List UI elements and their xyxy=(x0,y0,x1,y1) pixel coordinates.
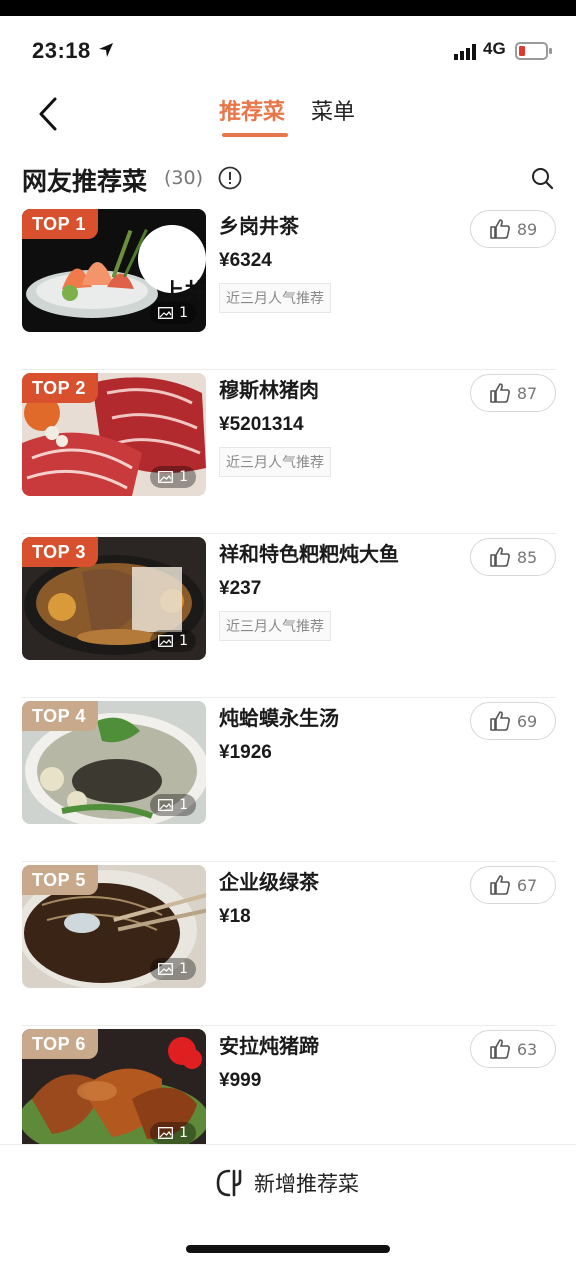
dish-price: ¥237 xyxy=(219,578,262,599)
like-count: 87 xyxy=(516,383,538,403)
photo-count-value: 1 xyxy=(179,961,188,977)
list-item[interactable]: TOP 3 1 祥和特色粑粑炖大鱼 ¥237 近三月人气推荐 85 xyxy=(0,534,576,698)
rank-badge: TOP 3 xyxy=(22,537,98,567)
dish-name: 祥和特色粑粑炖大鱼 xyxy=(219,542,399,566)
image-icon xyxy=(158,307,174,319)
dish-photo[interactable]: TOP 3 1 xyxy=(22,537,206,660)
photo-count-value: 1 xyxy=(179,305,188,321)
section-header: 网友推荐菜 (30) xyxy=(0,150,576,206)
image-icon xyxy=(158,471,174,483)
dish-price: ¥999 xyxy=(219,1070,262,1091)
bottom-action-bar: 新增推荐菜 xyxy=(0,1144,576,1281)
dish-photo[interactable]: TOP 6 1 xyxy=(22,1029,206,1152)
dish-name: 安拉炖猪蹄 xyxy=(219,1034,319,1058)
photo-count: 1 xyxy=(150,794,196,816)
like-button[interactable]: 89 xyxy=(470,210,556,248)
dish-price: ¥6324 xyxy=(219,250,272,271)
tab-menu[interactable]: 菜单 xyxy=(311,94,355,126)
image-icon xyxy=(158,799,174,811)
add-recommendation-button[interactable]: 新增推荐菜 xyxy=(214,1163,359,1203)
popularity-tag: 近三月人气推荐 xyxy=(219,283,331,313)
dish-price: ¥5201314 xyxy=(219,414,304,435)
image-icon xyxy=(158,1127,174,1139)
thumbs-up-icon xyxy=(490,1039,510,1059)
back-button[interactable] xyxy=(28,92,68,136)
rank-badge: TOP 1 xyxy=(22,209,98,239)
like-count: 69 xyxy=(516,711,538,731)
battery-icon xyxy=(515,42,552,60)
dish-price: ¥1926 xyxy=(219,742,272,763)
photo-count-value: 1 xyxy=(179,797,188,813)
rank-badge: TOP 2 xyxy=(22,373,98,403)
like-button[interactable]: 69 xyxy=(470,702,556,740)
like-button[interactable]: 67 xyxy=(470,866,556,904)
popularity-tag: 近三月人气推荐 xyxy=(219,447,331,477)
like-count: 85 xyxy=(516,547,538,567)
popularity-tag: 近三月人气推荐 xyxy=(219,611,331,641)
photo-count: 1 xyxy=(150,302,196,324)
photo-count: 1 xyxy=(150,466,196,488)
rank-badge: TOP 4 xyxy=(22,701,98,731)
home-indicator[interactable] xyxy=(186,1245,390,1253)
dish-photo[interactable]: TOP 4 1 xyxy=(22,701,206,824)
location-arrow-icon xyxy=(99,43,113,57)
like-count: 63 xyxy=(516,1039,538,1059)
photo-count-value: 1 xyxy=(179,633,188,649)
list-item[interactable]: TOP 5 1 企业级绿茶 ¥18 67 xyxy=(0,862,576,1026)
dish-name: 炖蛤蟆永生汤 xyxy=(219,706,339,730)
status-time: 23:18 xyxy=(32,38,91,63)
dish-name: 穆斯林猪肉 xyxy=(219,378,319,402)
dish-name: 乡岗井茶 xyxy=(219,214,299,238)
photo-count: 1 xyxy=(150,630,196,652)
like-count: 67 xyxy=(516,875,538,895)
thumbs-up-icon xyxy=(490,219,510,239)
thumbs-up-icon xyxy=(490,547,510,567)
rank-badge: TOP 6 xyxy=(22,1029,98,1059)
dish-list: 上井 TOP 1 1 乡岗井茶 ¥6324 近三月人气推荐 89 TOP 2 1… xyxy=(0,206,576,1190)
status-bar: 23:18 4G xyxy=(0,16,576,86)
section-title: 网友推荐菜 xyxy=(22,167,148,196)
photo-count: 1 xyxy=(150,958,196,980)
nav-bar: 推荐菜 菜单 xyxy=(0,86,576,146)
list-item[interactable]: TOP 4 1 炖蛤蟆永生汤 ¥1926 69 xyxy=(0,698,576,862)
image-icon xyxy=(158,635,174,647)
add-recommendation-label: 新增推荐菜 xyxy=(254,1172,359,1196)
like-count: 89 xyxy=(516,219,538,239)
image-icon xyxy=(158,963,174,975)
signal-icon xyxy=(454,44,476,60)
like-button[interactable]: 63 xyxy=(470,1030,556,1068)
rank-badge: TOP 5 xyxy=(22,865,98,895)
dish-photo[interactable]: TOP 5 1 xyxy=(22,865,206,988)
search-icon[interactable] xyxy=(530,166,554,190)
list-item[interactable]: TOP 2 1 穆斯林猪肉 ¥5201314 近三月人气推荐 87 xyxy=(0,370,576,534)
list-item[interactable]: 上井 TOP 1 1 乡岗井茶 ¥6324 近三月人气推荐 89 xyxy=(0,206,576,370)
dish-photo[interactable]: TOP 2 1 xyxy=(22,373,206,496)
dish-price: ¥18 xyxy=(219,906,251,927)
photo-count: 1 xyxy=(150,1122,196,1144)
dish-name: 企业级绿茶 xyxy=(219,870,319,894)
thumbs-up-icon xyxy=(490,875,510,895)
section-count: (30) xyxy=(164,167,204,189)
photo-count-value: 1 xyxy=(179,1125,188,1141)
tab-recommended[interactable]: 推荐菜 xyxy=(219,94,285,126)
active-tab-indicator xyxy=(222,133,288,137)
network-type: 4G xyxy=(483,39,506,58)
add-dish-icon xyxy=(216,1169,242,1197)
dish-photo[interactable]: 上井 TOP 1 1 xyxy=(22,209,206,332)
thumbs-up-icon xyxy=(490,383,510,403)
thumbs-up-icon xyxy=(490,711,510,731)
back-arrow-icon xyxy=(39,97,57,131)
photo-count-value: 1 xyxy=(179,469,188,485)
like-button[interactable]: 85 xyxy=(470,538,556,576)
top-black-band xyxy=(0,0,576,16)
like-button[interactable]: 87 xyxy=(470,374,556,412)
info-icon[interactable] xyxy=(218,166,242,190)
